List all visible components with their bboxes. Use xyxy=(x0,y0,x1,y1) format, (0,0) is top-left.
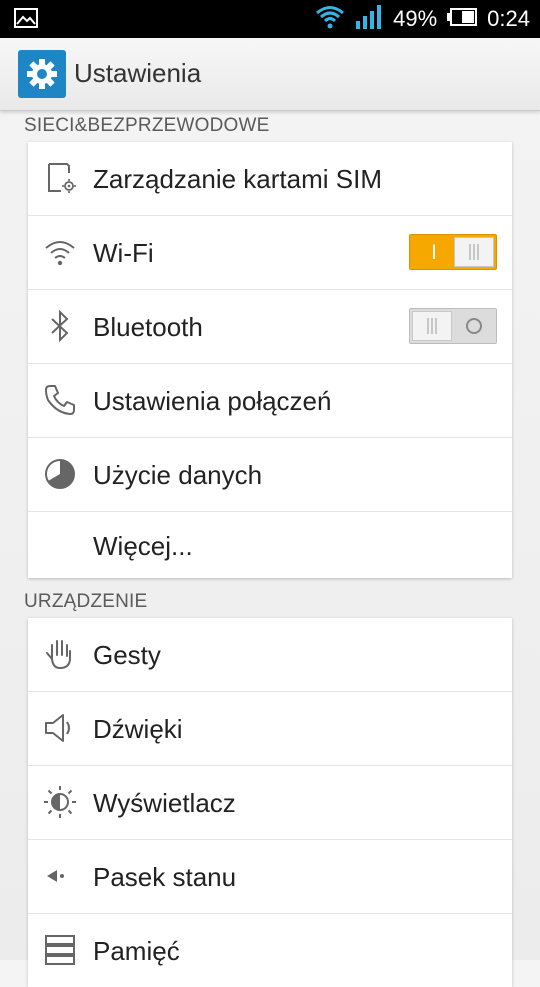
hand-icon xyxy=(42,636,78,672)
section-header-networks: SIECI&BEZPRZEWODOWE xyxy=(24,115,270,136)
settings-item-label: Dźwięki xyxy=(93,714,183,744)
data-usage-icon xyxy=(42,456,78,492)
settings-item-more[interactable]: Więcej... xyxy=(28,512,512,578)
gear-icon[interactable] xyxy=(18,50,66,98)
settings-item-sim[interactable]: Zarządzanie kartami SIM xyxy=(28,142,512,216)
settings-item-bluetooth[interactable]: Bluetooth xyxy=(28,290,512,364)
settings-item-sounds[interactable]: Dźwięki xyxy=(28,692,512,766)
toggle-knob xyxy=(454,237,494,267)
settings-item-storage[interactable]: Pamięć xyxy=(28,914,512,987)
device-card: Gesty Dźwięki Wyświetlacz Pasek stanu Pa… xyxy=(28,618,512,987)
settings-item-label: Gesty xyxy=(93,640,161,670)
settings-item-label: Wi-Fi xyxy=(93,238,154,268)
page-title: Ustawienia xyxy=(74,58,202,88)
wifi-icon xyxy=(42,234,78,270)
settings-item-wifi[interactable]: Wi-Fi I xyxy=(28,216,512,290)
bluetooth-toggle[interactable] xyxy=(409,308,497,344)
settings-item-label: Pamięć xyxy=(93,936,180,966)
status-bar: 49% 0:24 xyxy=(0,0,540,38)
settings-item-label: Więcej... xyxy=(93,531,193,561)
action-bar: Ustawienia xyxy=(0,38,540,111)
image-icon xyxy=(14,8,38,32)
section-header-device: URZĄDZENIE xyxy=(24,591,148,612)
settings-item-label: Zarządzanie kartami SIM xyxy=(93,164,382,194)
settings-item-display[interactable]: Wyświetlacz xyxy=(28,766,512,840)
settings-item-label: Ustawienia połączeń xyxy=(93,386,332,416)
bluetooth-icon xyxy=(42,308,78,344)
battery-percent: 49% xyxy=(393,6,438,31)
clock: 0:24 xyxy=(487,6,530,31)
settings-item-call-settings[interactable]: Ustawienia połączeń xyxy=(28,364,512,438)
brightness-icon xyxy=(42,784,78,820)
sim-settings-icon xyxy=(42,160,78,196)
storage-icon xyxy=(42,932,78,968)
networks-card: Zarządzanie kartami SIM Wi-Fi I Bluetoot… xyxy=(28,142,512,578)
toggle-knob xyxy=(412,311,452,341)
settings-item-gestures[interactable]: Gesty xyxy=(28,618,512,692)
signal-icon xyxy=(355,5,383,33)
settings-item-label: Bluetooth xyxy=(93,312,203,342)
settings-item-status-bar[interactable]: Pasek stanu xyxy=(28,840,512,914)
settings-item-label: Wyświetlacz xyxy=(93,788,236,818)
phone-icon xyxy=(42,382,78,418)
battery-icon xyxy=(447,8,478,30)
status-bar-icon xyxy=(42,858,78,894)
wifi-icon xyxy=(315,5,345,33)
wifi-toggle[interactable]: I xyxy=(409,234,497,270)
settings-item-label: Użycie danych xyxy=(93,460,263,490)
toggle-off-mark xyxy=(454,309,494,343)
toggle-on-mark: I xyxy=(431,240,437,264)
settings-item-label: Pasek stanu xyxy=(93,862,237,892)
speaker-icon xyxy=(42,710,78,746)
settings-item-data-usage[interactable]: Użycie danych xyxy=(28,438,512,512)
